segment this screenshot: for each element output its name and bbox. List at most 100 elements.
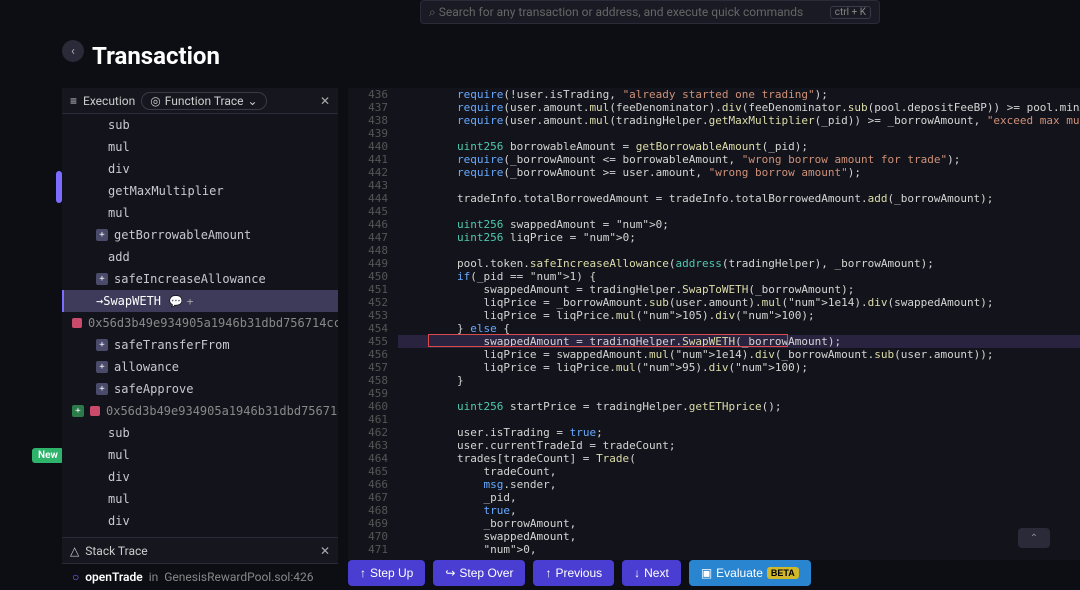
code-line[interactable]: uint256 startPrice = tradingHelper.getET… xyxy=(398,400,1080,413)
code-line[interactable]: liqPrice = _borrowAmount.sub(user.amount… xyxy=(398,296,1080,309)
close-icon[interactable]: ✕ xyxy=(320,544,330,558)
code-line[interactable]: user.isTrading = true; xyxy=(398,426,1080,439)
close-icon[interactable]: ✕ xyxy=(320,94,330,108)
code-line[interactable] xyxy=(398,205,1080,218)
code-line[interactable]: } xyxy=(398,374,1080,387)
expand-icon[interactable]: + xyxy=(96,273,108,285)
code-line[interactable]: _borrowAmount, xyxy=(398,517,1080,530)
page-title: Transaction xyxy=(92,42,220,70)
code-line[interactable]: user.currentTradeId = tradeCount; xyxy=(398,439,1080,452)
stack-trace-title: Stack Trace xyxy=(85,544,147,558)
code-line[interactable]: uint256 swappedAmount = "num">0; xyxy=(398,218,1080,231)
tree-row-label: mul xyxy=(108,206,130,220)
tree-row[interactable]: +safeApprove xyxy=(62,378,338,400)
tree-row[interactable]: mul xyxy=(62,444,338,466)
arrow-up-icon: ↑ xyxy=(360,566,366,580)
search-placeholder: Search for any transaction or address, a… xyxy=(439,5,804,19)
line-number: 454 xyxy=(348,322,388,335)
code-line[interactable]: _pid, xyxy=(398,491,1080,504)
code-line[interactable]: tradeInfo.totalBorrowedAmount = tradeInf… xyxy=(398,192,1080,205)
arrow-up-icon: ↑ xyxy=(545,566,551,580)
code-line[interactable]: require(user.amount.mul(tradingHelper.ge… xyxy=(398,114,1080,127)
tree-row-label: mul xyxy=(108,140,130,154)
tree-row[interactable]: + getBorrowableAmount xyxy=(62,224,338,246)
tree-row-label: sub xyxy=(108,426,130,440)
row-badges: 💬 + xyxy=(169,295,193,308)
line-number: 459 xyxy=(348,387,388,400)
arrow-down-icon: ↓ xyxy=(634,566,640,580)
tree-row[interactable]: div xyxy=(62,510,338,532)
code-line[interactable]: require(_borrowAmount >= user.amount, "w… xyxy=(398,166,1080,179)
code-line[interactable]: msg.sender, xyxy=(398,478,1080,491)
expand-icon[interactable]: + xyxy=(72,405,84,417)
code-line[interactable] xyxy=(398,179,1080,192)
code-line-current[interactable]: swappedAmount = tradingHelper.SwapWETH(_… xyxy=(398,335,1080,348)
tree-row[interactable]: mul xyxy=(62,488,338,510)
hamburger-icon[interactable]: ≡ xyxy=(70,94,77,108)
tree-row[interactable]: div xyxy=(62,158,338,180)
back-button[interactable]: ‹ xyxy=(62,40,84,62)
stack-frame[interactable]: ○ openTrade in GenesisRewardPool.sol:426 xyxy=(62,564,338,590)
arrow-return-icon: ↪ xyxy=(445,566,455,580)
expand-icon[interactable]: + xyxy=(96,361,108,373)
code-line[interactable]: swappedAmount, xyxy=(398,530,1080,543)
line-number: 464 xyxy=(348,452,388,465)
previous-button[interactable]: ↑ Previous xyxy=(533,560,614,586)
tab-function-trace[interactable]: ◎ Function Trace ⌄ xyxy=(141,92,266,110)
function-trace-tree[interactable]: submuldivgetMaxMultipliermul+getBorrowab… xyxy=(62,114,338,537)
tree-row[interactable]: +allowance xyxy=(62,356,338,378)
evaluate-button[interactable]: ▣ Evaluate BETA xyxy=(689,560,811,586)
code-line[interactable] xyxy=(398,387,1080,400)
code-line[interactable]: if(_pid == "num">1) { xyxy=(398,270,1080,283)
tree-row[interactable]: mul xyxy=(62,136,338,158)
global-search[interactable]: ⌕ Search for any transaction or address,… xyxy=(420,0,880,24)
code-line[interactable]: trades[tradeCount] = Trade( xyxy=(398,452,1080,465)
expand-icon[interactable]: + xyxy=(96,383,108,395)
tree-row[interactable]: +0x56d3b49e934905a1946b31dbd756714cc xyxy=(62,400,338,422)
code-line[interactable] xyxy=(398,244,1080,257)
tree-row-label: div xyxy=(108,514,130,528)
step-up-button[interactable]: ↑ Step Up xyxy=(348,560,425,586)
tree-row-label: getBorrowableAmount xyxy=(114,228,251,242)
tree-row-active[interactable]: → SwapWETH💬 + xyxy=(62,290,338,312)
tree-row[interactable]: mul xyxy=(62,202,338,224)
line-number: 470 xyxy=(348,530,388,543)
code-line[interactable]: } else { xyxy=(398,322,1080,335)
tree-row[interactable]: div xyxy=(62,466,338,488)
expand-icon[interactable]: + xyxy=(96,229,108,241)
code-line[interactable] xyxy=(398,413,1080,426)
tree-row[interactable]: 0x56d3b49e934905a1946b31dbd756714cc xyxy=(62,312,338,334)
code-line[interactable]: require(_borrowAmount <= borrowableAmoun… xyxy=(398,153,1080,166)
code-line[interactable] xyxy=(398,127,1080,140)
tree-row[interactable]: add xyxy=(62,246,338,268)
expand-icon[interactable]: + xyxy=(96,339,108,351)
code-line[interactable]: liqPrice = liqPrice.mul("num">105).div("… xyxy=(398,309,1080,322)
scroll-top-button[interactable]: ⌃ xyxy=(1018,528,1050,548)
tree-row[interactable]: sub xyxy=(62,422,338,444)
code-line[interactable]: uint256 borrowableAmount = getBorrowable… xyxy=(398,140,1080,153)
code-line[interactable]: require(!user.isTrading, "already starte… xyxy=(398,88,1080,101)
tab-execution[interactable]: Execution xyxy=(83,94,135,108)
next-button[interactable]: ↓ Next xyxy=(622,560,681,586)
code-line[interactable]: liqPrice = liqPrice.mul("num">95).div("n… xyxy=(398,361,1080,374)
code-line[interactable]: liqPrice = swappedAmount.mul("num">1e14)… xyxy=(398,348,1080,361)
tree-row[interactable]: getMaxMultiplier xyxy=(62,180,338,202)
tree-row[interactable]: +safeTransferFrom xyxy=(62,334,338,356)
code-line[interactable]: require(user.amount.mul(feeDenominator).… xyxy=(398,101,1080,114)
comment-icon[interactable]: 💬 xyxy=(169,295,183,308)
tree-row[interactable]: sub xyxy=(62,114,338,136)
code-line[interactable]: true, xyxy=(398,504,1080,517)
code-line[interactable]: pool.token.safeIncreaseAllowance(address… xyxy=(398,257,1080,270)
plus-icon[interactable]: + xyxy=(187,295,194,308)
tree-row[interactable]: +safeIncreaseAllowance xyxy=(62,268,338,290)
code-line[interactable]: uint256 liqPrice = "num">0; xyxy=(398,231,1080,244)
terminal-icon: ▣ xyxy=(701,566,712,580)
code-line[interactable]: tradeCount, xyxy=(398,465,1080,478)
target-icon: ◎ xyxy=(150,94,160,108)
tree-row-label: add xyxy=(108,250,130,264)
code-body[interactable]: require(!user.isTrading, "already starte… xyxy=(398,88,1080,560)
line-number: 455 xyxy=(348,335,388,348)
code-line[interactable]: swappedAmount = tradingHelper.SwapToWETH… xyxy=(398,283,1080,296)
step-over-button[interactable]: ↪ Step Over xyxy=(433,560,525,586)
code-line[interactable]: "num">0, xyxy=(398,543,1080,556)
